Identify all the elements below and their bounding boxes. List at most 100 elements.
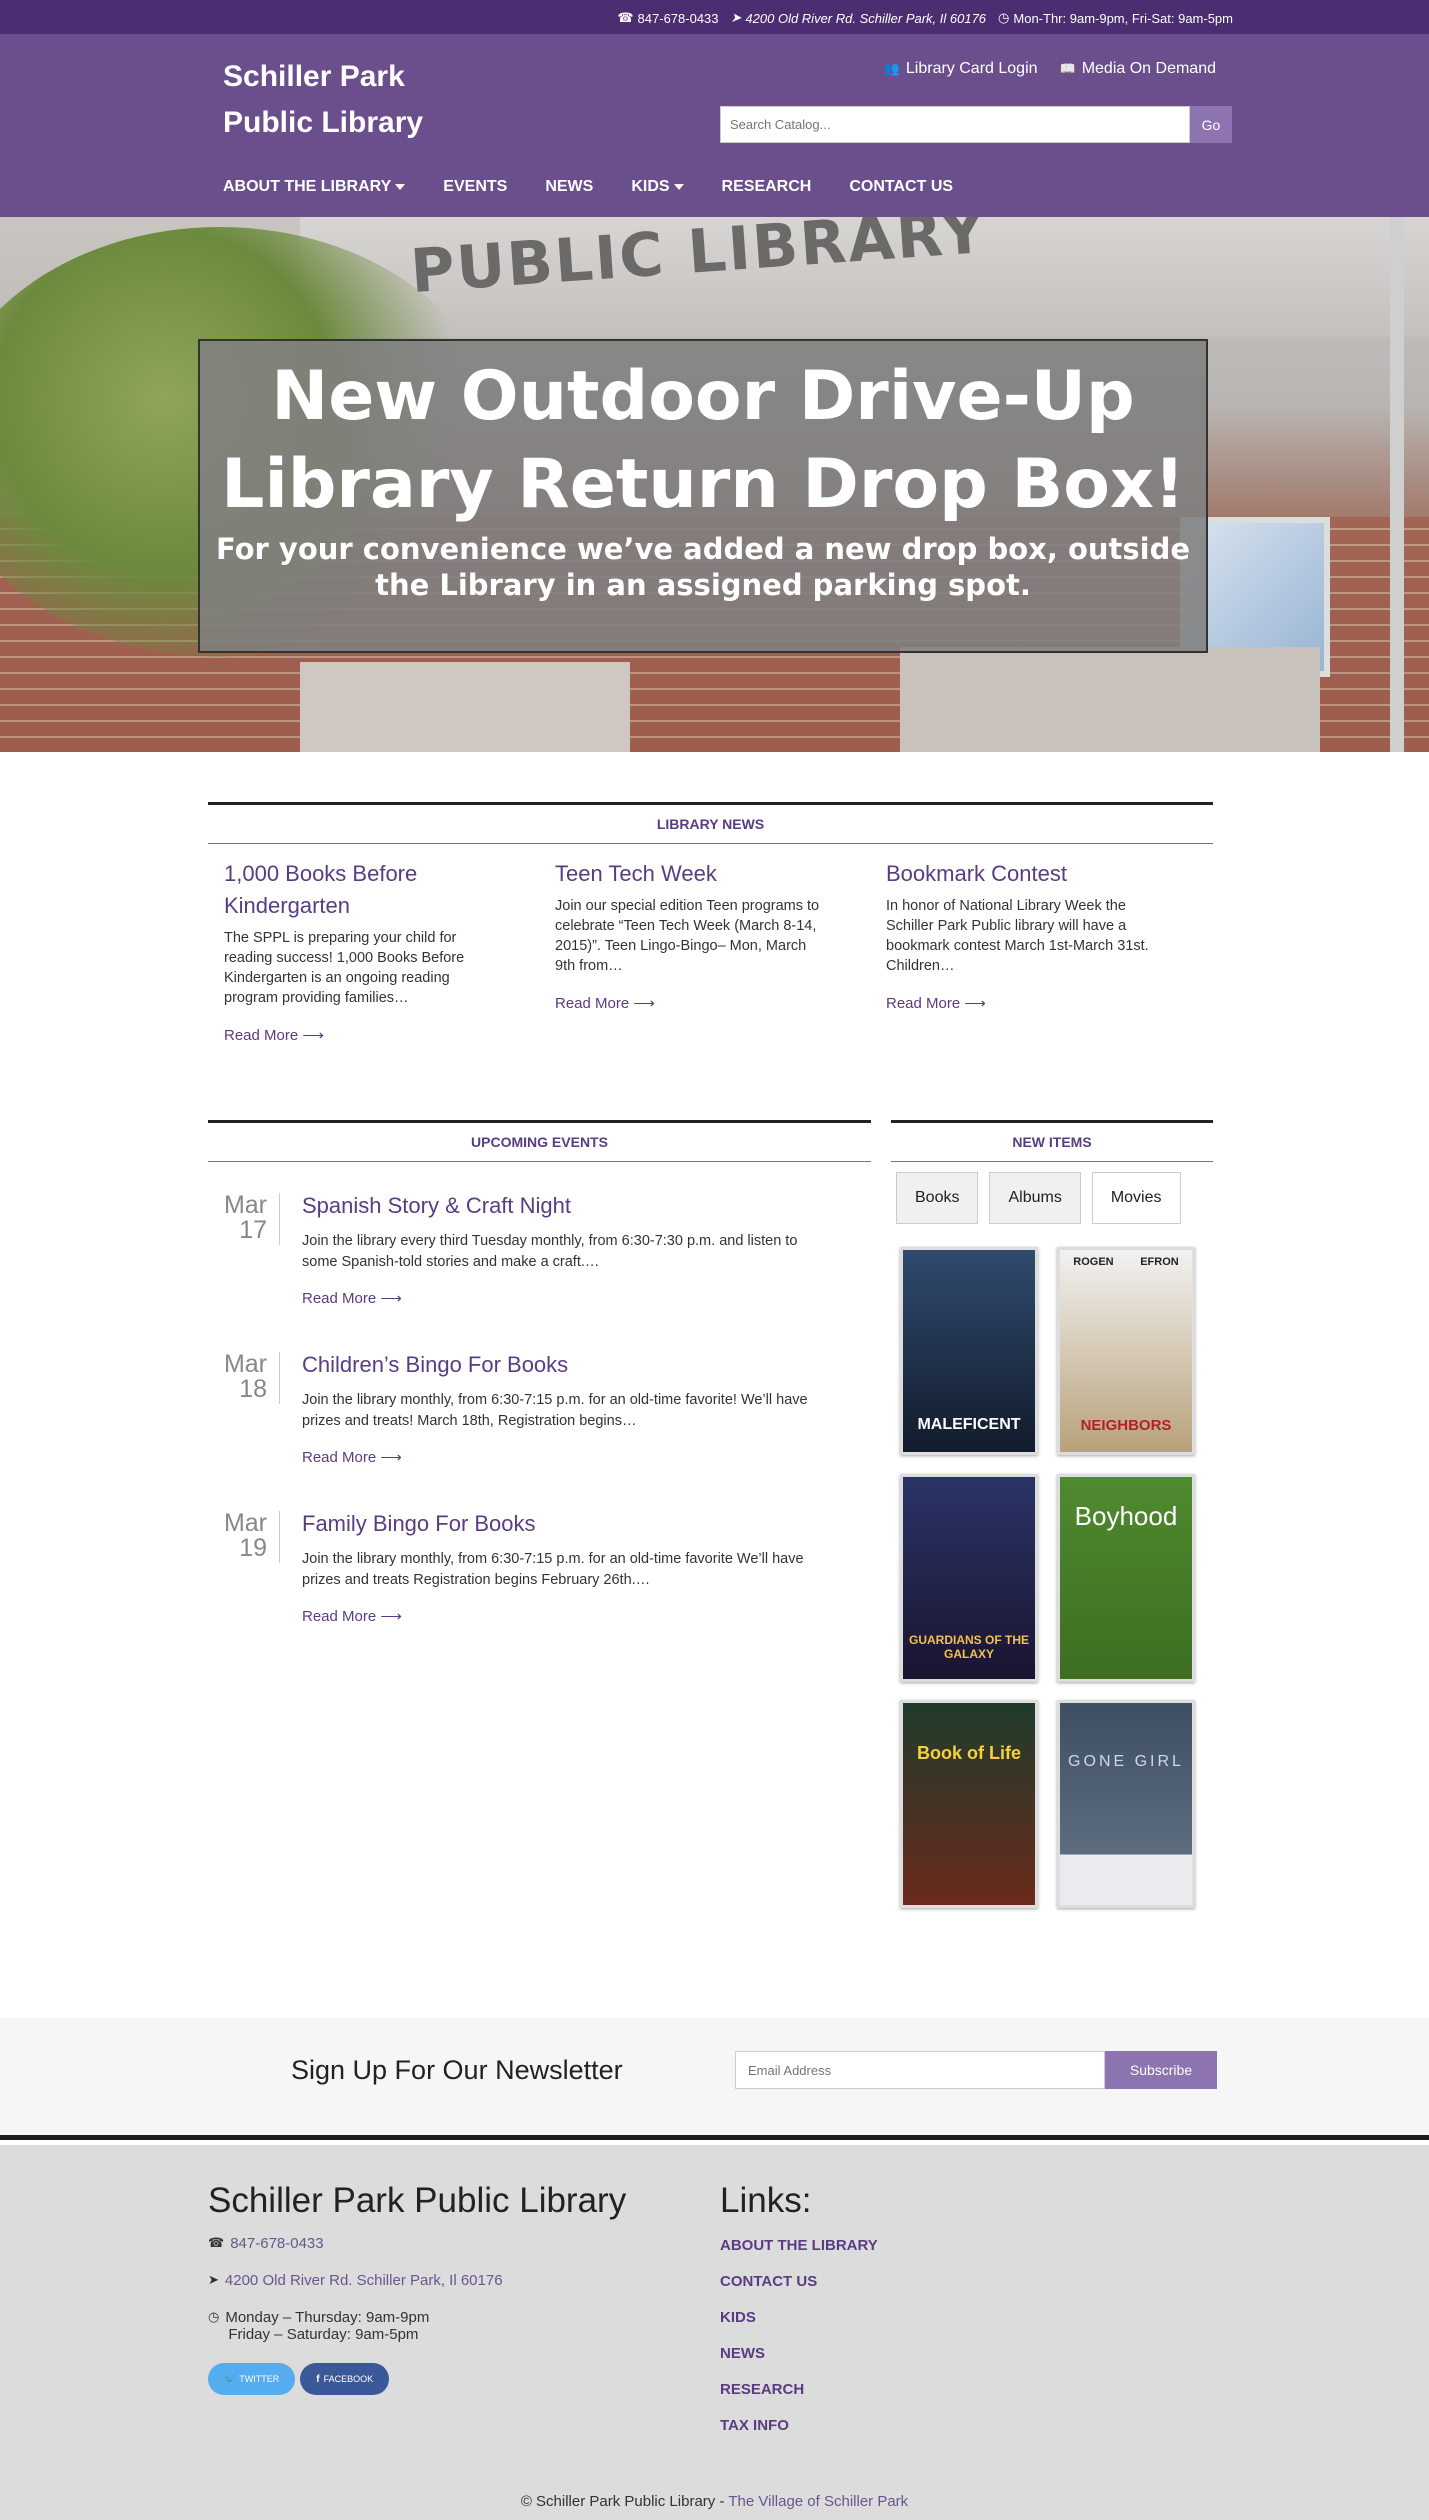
site-title-link[interactable]: Schiller Park Public Library <box>223 54 463 146</box>
footer-link-about[interactable]: ABOUT THE LIBRARY <box>720 2237 878 2254</box>
site-title-line2: Public Library <box>223 106 424 139</box>
nav-kids[interactable]: KIDS <box>631 178 684 196</box>
newsletter-section: Sign Up For Our Newsletter Subscribe <box>0 2018 1429 2140</box>
nav-about[interactable]: ABOUT THE LIBRARY <box>223 178 406 196</box>
utility-links: 👥 Library Card Login 📖 Media On Demand <box>884 60 1216 78</box>
event-excerpt: Join the library monthly, from 6:30-7:15… <box>302 1392 808 1429</box>
top-info-bar: ☎ 847-678-0433 ➤ 4200 Old River Rd. Schill… <box>0 0 1429 34</box>
caret-down-icon <box>673 184 684 190</box>
event-item: Mar 17 Spanish Story & Craft Night Join t… <box>208 1193 808 1343</box>
topbar-hours: ◷ Mon-Thr: 9am-9pm, Fri-Sat: 9am-5pm <box>998 10 1233 26</box>
read-more-link[interactable]: Read More ⟶ <box>886 994 986 1012</box>
news-title[interactable]: 1,000 Books Before Kindergarten <box>224 858 494 922</box>
footer-link-research[interactable]: RESEARCH <box>720 2381 878 2398</box>
footer-phone-link[interactable]: 847-678-0433 <box>230 2235 323 2252</box>
hero-subtext: For your convenience we’ve added a new d… <box>215 532 1191 602</box>
footer-link-news[interactable]: NEWS <box>720 2345 878 2362</box>
poster-maleficent[interactable]: MALEFICENT <box>900 1247 1038 1455</box>
nav-contact[interactable]: CONTACT US <box>849 178 953 196</box>
topbar-address: ➤ 4200 Old River Rd. Schiller Park, Il 60… <box>730 10 987 26</box>
poster-boyhood[interactable]: Boyhood <box>1057 1474 1195 1682</box>
library-card-login-link[interactable]: 👥 Library Card Login <box>884 60 1038 78</box>
tab-movies[interactable]: Movies <box>1091 1172 1181 1224</box>
nav-news[interactable]: NEWS <box>545 178 593 196</box>
event-title[interactable]: Spanish Story & Craft Night <box>302 1193 822 1219</box>
users-icon: 👥 <box>883 61 900 76</box>
poster-gone-girl[interactable]: GONE GIRL <box>1057 1700 1195 1908</box>
email-field[interactable] <box>735 2051 1105 2089</box>
book-icon: 📖 <box>1059 61 1076 76</box>
news-excerpt: Join our special edition Teen programs t… <box>555 898 820 974</box>
poster-neighbors[interactable]: ROGEN EFRON NEIGHBORS <box>1057 1247 1195 1455</box>
poster-title: MALEFICENT <box>917 1416 1021 1433</box>
footer-links-heading: Links: <box>720 2181 812 2220</box>
hero-planter-2 <box>900 647 1320 752</box>
clock-icon: ◷ <box>208 2309 220 2324</box>
location-arrow-icon: ➤ <box>208 2272 219 2287</box>
library-news-heading: LIBRARY NEWS <box>208 802 1213 844</box>
hero-banner[interactable]: PUBLIC LIBRARY New Outdoor Drive-Up Libr… <box>0 217 1429 752</box>
read-more-link[interactable]: Read More ⟶ <box>302 1448 402 1466</box>
tab-albums[interactable]: Albums <box>989 1172 1081 1224</box>
footer-link-kids[interactable]: KIDS <box>720 2309 878 2326</box>
event-date: Mar 18 <box>208 1352 280 1404</box>
location-arrow-icon: ➤ <box>730 10 742 25</box>
facebook-button[interactable]: f FACEBOOK <box>300 2363 390 2395</box>
twitter-icon: 🐦 <box>224 2373 236 2384</box>
footer-link-tax-info[interactable]: TAX INFO <box>720 2417 878 2434</box>
poster-title: GONE GIRL <box>1068 1753 1184 1770</box>
hero-pole <box>1390 217 1404 752</box>
newsletter-heading: Sign Up For Our Newsletter <box>291 2055 623 2085</box>
footer-link-contact[interactable]: CONTACT US <box>720 2273 878 2290</box>
hero-caption: New Outdoor Drive-Up Library Return Drop… <box>198 339 1208 653</box>
read-more-link[interactable]: Read More ⟶ <box>555 994 655 1012</box>
footer-contact: Schiller Park Public Library ☎ 847-678-0… <box>208 2181 688 2395</box>
event-item: Mar 18 Children’s Bingo For Books Join th… <box>208 1352 808 1502</box>
footer-library-name: Schiller Park Public Library <box>208 2181 627 2220</box>
new-items-heading: NEW ITEMS <box>891 1120 1213 1162</box>
clock-icon: ◷ <box>998 10 1010 25</box>
main-nav: ABOUT THE LIBRARY EVENTS NEWS KIDS RESEA… <box>223 178 991 196</box>
catalog-search-input[interactable] <box>720 106 1190 143</box>
nav-research[interactable]: RESEARCH <box>722 178 812 196</box>
village-link[interactable]: The Village of Schiller Park <box>728 2493 908 2510</box>
media-on-demand-link[interactable]: 📖 Media On Demand <box>1060 60 1216 78</box>
phone-icon: ☎ <box>617 10 634 25</box>
news-excerpt: In honor of National Library Week the Sc… <box>886 898 1149 974</box>
poster-title: NEIGHBORS <box>1080 1417 1172 1434</box>
search-go-button[interactable]: Go <box>1190 106 1232 143</box>
event-title[interactable]: Family Bingo For Books <box>302 1511 822 1537</box>
contact-info: ☎ 847-678-0433 ➤ 4200 Old River Rd. Schill… <box>617 10 1233 26</box>
news-title[interactable]: Bookmark Contest <box>886 858 1156 890</box>
caret-down-icon <box>395 184 406 190</box>
read-more-link[interactable]: Read More ⟶ <box>302 1289 402 1307</box>
event-excerpt: Join the library monthly, from 6:30-7:15… <box>302 1551 804 1588</box>
read-more-link[interactable]: Read More ⟶ <box>302 1607 402 1625</box>
topbar-phone: ☎ 847-678-0433 <box>617 10 719 26</box>
site-header: Schiller Park Public Library 👥 Library Ca… <box>0 34 1429 217</box>
new-items-tabs: Books Albums Movies <box>896 1172 1181 1224</box>
event-title[interactable]: Children’s Bingo For Books <box>302 1352 822 1378</box>
news-item: Teen Tech Week Join our special edition … <box>555 858 825 1013</box>
phone-icon: ☎ <box>208 2235 225 2250</box>
event-date: Mar 19 <box>208 1511 280 1563</box>
poster-title: Boyhood <box>1074 1501 1178 1531</box>
poster-book-of-life[interactable]: Book of Life <box>900 1700 1038 1908</box>
catalog-search: Go <box>720 106 1232 143</box>
twitter-button[interactable]: 🐦 TWITTER <box>208 2363 296 2395</box>
nav-events[interactable]: EVENTS <box>443 178 507 196</box>
news-title[interactable]: Teen Tech Week <box>555 858 825 890</box>
subscribe-button[interactable]: Subscribe <box>1105 2051 1217 2089</box>
footer-address: ➤ 4200 Old River Rd. Schiller Park, Il 6… <box>208 2272 688 2289</box>
poster-guardians[interactable]: GUARDIANS OF THE GALAXY <box>900 1474 1038 1682</box>
footer-hours: ◷ Monday – Thursday: 9am-9pm Friday – Sa… <box>208 2309 430 2343</box>
poster-title: GUARDIANS OF THE GALAXY <box>909 1633 1029 1661</box>
copyright: © Schiller Park Public Library - The Vil… <box>520 2493 909 2510</box>
tab-books[interactable]: Books <box>896 1172 979 1224</box>
footer-address-link[interactable]: 4200 Old River Rd. Schiller Park, Il 601… <box>225 2272 503 2289</box>
upcoming-events-heading: UPCOMING EVENTS <box>208 1120 871 1162</box>
news-excerpt: The SPPL is preparing your child for rea… <box>224 930 465 1006</box>
news-item: Bookmark Contest In honor of National Li… <box>886 858 1156 1013</box>
footer-phone: ☎ 847-678-0433 <box>208 2235 688 2252</box>
read-more-link[interactable]: Read More ⟶ <box>224 1026 324 1044</box>
